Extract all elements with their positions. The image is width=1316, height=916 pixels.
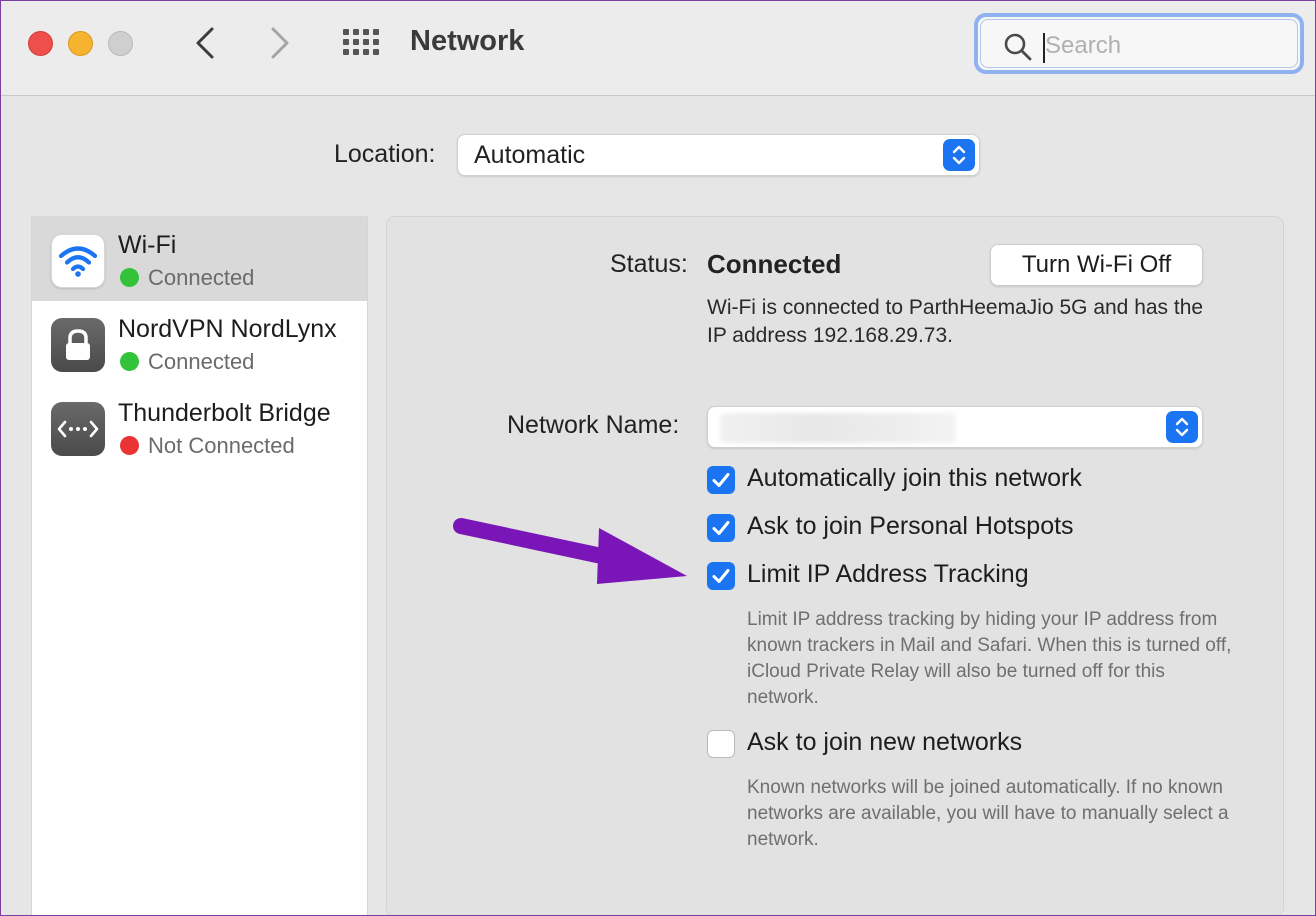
option-help-text: Known networks will be joined automatica… (747, 777, 1229, 850)
option-help-text: Limit IP address tracking by hiding your… (747, 609, 1232, 708)
checkbox-checked[interactable] (707, 562, 735, 590)
service-item-wifi[interactable]: Wi-Fi Connected (32, 217, 367, 301)
network-name-popup-stepper[interactable] (1166, 411, 1198, 443)
option-label: Limit IP Address Tracking (747, 560, 1029, 588)
location-popup-stepper[interactable] (943, 139, 975, 171)
back-button[interactable] (185, 23, 225, 63)
checkmark-icon (712, 569, 730, 583)
service-status: Connected (148, 349, 255, 374)
service-name: Thunderbolt Bridge (118, 399, 331, 427)
service-name: NordVPN NordLynx (118, 315, 337, 343)
service-status: Connected (148, 265, 255, 290)
forward-button[interactable] (260, 23, 300, 63)
show-all-grid-button[interactable] (341, 25, 381, 61)
turn-wifi-off-button[interactable]: Turn Wi-Fi Off (990, 244, 1203, 286)
checkbox-unchecked[interactable] (707, 730, 735, 758)
grid-icon (343, 29, 349, 35)
location-label: Location: (334, 140, 436, 168)
service-status: Not Connected (148, 433, 295, 458)
minimize-window-button[interactable] (68, 31, 93, 56)
chevron-left-icon (196, 27, 214, 59)
location-value: Automatic (474, 141, 586, 169)
location-popup[interactable]: Automatic (457, 134, 980, 176)
option-label: Ask to join Personal Hotspots (747, 512, 1074, 540)
status-indicator-green (120, 268, 139, 287)
option-label: Automatically join this network (747, 464, 1082, 492)
service-name: Wi-Fi (118, 231, 177, 259)
wifi-icon (58, 246, 98, 277)
connection-description: Wi-Fi is connected to ParthHeemaJio 5G a… (707, 296, 1204, 347)
toolbar: Network (1, 1, 1315, 96)
network-name-value-redacted (720, 413, 956, 443)
status-indicator-green (120, 352, 139, 371)
annotation-arrow-icon (453, 518, 687, 584)
chevron-up-down-icon (1175, 417, 1189, 437)
zoom-window-button[interactable] (108, 31, 133, 56)
network-name-label: Network Name: (507, 411, 680, 439)
checkmark-icon (712, 521, 730, 535)
chevron-right-icon (271, 27, 289, 59)
service-item-thunderbolt-bridge[interactable]: Thunderbolt Bridge Not Connected (32, 385, 367, 469)
window-title: Network (410, 25, 525, 57)
service-list: Wi-Fi Connected NordVPN NordLynx Connect… (31, 216, 368, 915)
status-label: Status: (610, 250, 688, 278)
service-item-nordvpn[interactable]: NordVPN NordLynx Connected (32, 301, 367, 385)
search-input[interactable] (1045, 26, 1285, 66)
chevron-up-down-icon (952, 145, 966, 165)
thunderbolt-bridge-icon (57, 420, 99, 438)
status-indicator-red (120, 436, 139, 455)
search-icon (1004, 33, 1032, 61)
search-field[interactable] (974, 13, 1304, 74)
status-value: Connected (707, 249, 842, 279)
checkmark-icon (712, 473, 730, 487)
close-window-button[interactable] (28, 31, 53, 56)
network-preferences-window: Network Location: Automatic (0, 0, 1316, 916)
option-label: Ask to join new networks (747, 728, 1023, 756)
network-name-popup[interactable] (707, 406, 1203, 448)
checkbox-checked[interactable] (707, 466, 735, 494)
checkbox-checked[interactable] (707, 514, 735, 542)
lock-icon (66, 329, 90, 360)
